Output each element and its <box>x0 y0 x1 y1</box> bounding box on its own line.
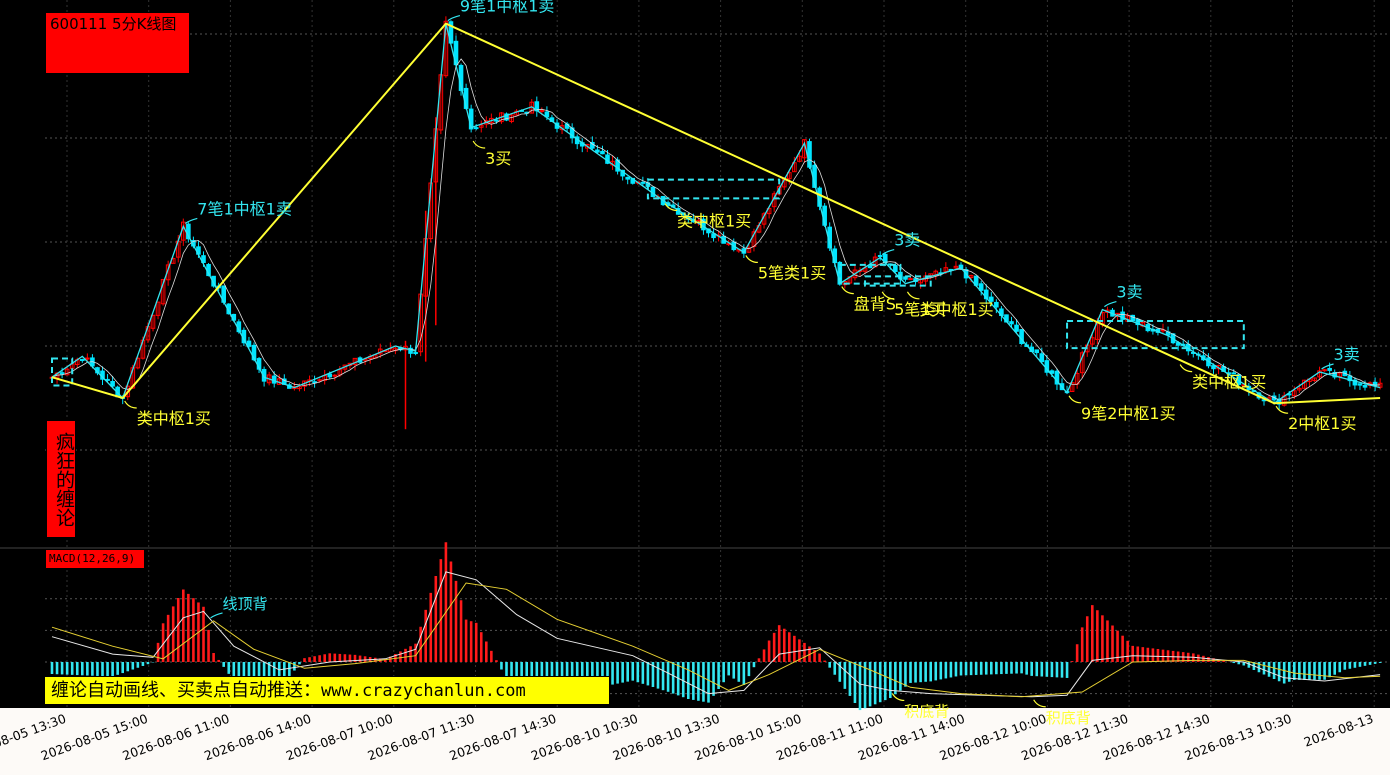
price-tick-label: 43 <box>24 236 38 249</box>
macd-extra-tick-label: 2026 <box>12 561 40 574</box>
candle-body <box>595 149 600 153</box>
candle-body <box>1357 383 1363 386</box>
candle-body <box>494 119 499 122</box>
price-tick-label: 45 <box>24 28 38 41</box>
candle-body <box>1327 367 1332 371</box>
annotation-label: 3卖 <box>894 231 920 250</box>
annotation-label: 类中枢1买 <box>677 211 751 230</box>
candle-body <box>312 381 317 384</box>
candle-body <box>85 357 90 360</box>
annotation-label: 7笔1中枢1卖 <box>197 199 292 218</box>
annotation-label: 3卖 <box>1116 283 1142 302</box>
candle-body <box>908 278 913 281</box>
chart-title: 600111 5分K线图 <box>45 12 190 74</box>
candle-body <box>413 352 418 355</box>
annotation-label: 线顶背 <box>223 595 268 613</box>
annotation-label: 5笔类1买 <box>758 263 826 282</box>
candle-body <box>80 359 85 362</box>
watermark-label: 疯狂的缠论 <box>46 420 76 538</box>
candle-body <box>1014 324 1019 332</box>
candle-body <box>877 255 883 258</box>
annotation-label: 9笔2中枢1买 <box>1081 404 1176 423</box>
price-tick-label: 42 <box>24 340 38 353</box>
candle-body <box>332 374 338 377</box>
candle-body <box>994 301 999 308</box>
macd-tick-label: 0.4 <box>23 593 41 606</box>
candle-body <box>473 127 479 130</box>
candle-body <box>600 150 605 155</box>
macd-tick-label: 0.2 <box>23 624 41 637</box>
macd-tick-label: -0.2 <box>19 688 40 701</box>
price-tick-label: 41 <box>24 444 38 457</box>
candle-body <box>893 264 898 273</box>
promo-banner[interactable]: 缠论自动画线、买卖点自动推送：www.crazychanlun.com <box>44 676 610 705</box>
price-tick-label: 44 <box>24 132 38 145</box>
candle-body <box>1039 353 1045 363</box>
annotation-label: 类中枢1买 <box>1192 373 1266 392</box>
annotation-label: 9笔1中枢1卖 <box>460 0 555 16</box>
annotation-label: 盘背S <box>854 295 896 314</box>
candle-body <box>539 110 545 113</box>
macd-tick-label: 0.0 <box>23 656 41 669</box>
annotation-label: 积底背 <box>1046 709 1091 727</box>
candle-body <box>867 265 873 269</box>
candle-body <box>1009 321 1014 325</box>
annotation-label: 3买 <box>485 149 511 168</box>
annotation-label: 2中枢1买 <box>1288 414 1356 433</box>
annotation-label: 类中枢1买 <box>919 300 993 319</box>
promo-url[interactable]: www.crazychanlun.com <box>321 681 526 701</box>
candle-body <box>327 373 333 378</box>
candle-body <box>1362 384 1368 388</box>
annotation-label: 类中枢1买 <box>137 409 211 428</box>
candle-body <box>625 176 631 180</box>
time-tick-label: 2026-08-13 <box>1302 711 1375 750</box>
kline-chart: 9笔1中枢1卖7笔1中枢1卖类中枢1买3买类中枢1买5笔类1买盘背S5笔1买类中… <box>0 0 1390 763</box>
candle-body <box>640 181 646 184</box>
candle-body <box>59 372 65 375</box>
candle-body <box>1034 349 1040 354</box>
promo-text: 缠论自动画线、买卖点自动推送： <box>51 680 321 701</box>
macd-label: MACD(12,26,9) <box>45 549 145 569</box>
annotation-label: 3卖 <box>1334 345 1360 364</box>
